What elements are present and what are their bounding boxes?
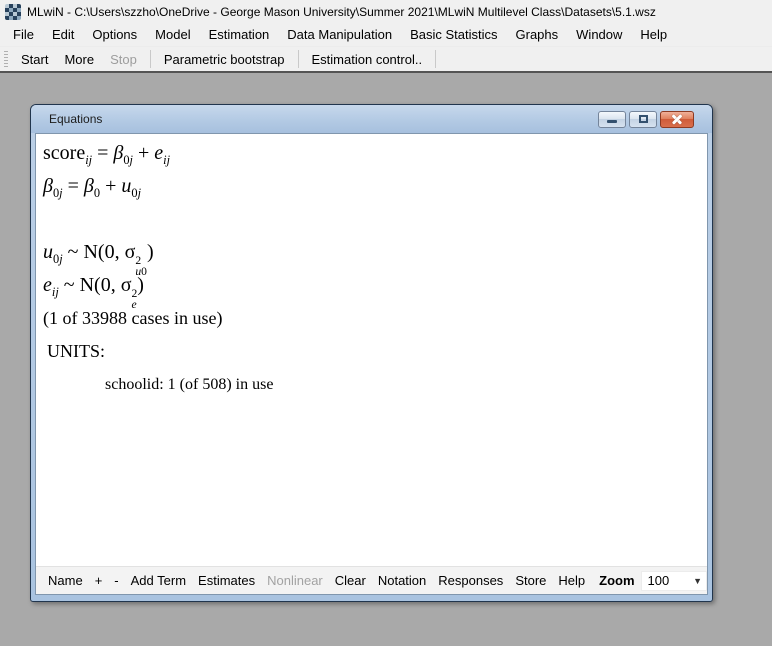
equation-line[interactable]: u0j ~ N(0, σ2u0) bbox=[43, 236, 707, 269]
chevron-down-icon: ▼ bbox=[693, 576, 702, 586]
eq-button-estimates[interactable]: Estimates bbox=[192, 570, 261, 591]
toolbar-separator bbox=[298, 50, 299, 68]
equation-line: (1 of 33988 cases in use) bbox=[43, 302, 707, 335]
eq-button-clear[interactable]: Clear bbox=[329, 570, 372, 591]
menu-item-model[interactable]: Model bbox=[146, 24, 199, 45]
eq-button-name[interactable]: Name bbox=[42, 570, 89, 591]
equation-line[interactable]: scoreij = β0j + eij bbox=[43, 137, 707, 170]
equations-window: Equations scoreij = β0j + eijβ0j = β0 + … bbox=[30, 104, 713, 602]
equations-content: scoreij = β0j + eijβ0j = β0 + u0j u0j ~ … bbox=[36, 134, 707, 566]
maximize-button[interactable] bbox=[629, 111, 657, 128]
eq-button-store[interactable]: Store bbox=[509, 570, 552, 591]
window-title: MLwiN - C:\Users\szzho\OneDrive - George… bbox=[27, 5, 656, 19]
toolbar-grip-icon[interactable] bbox=[4, 51, 8, 67]
eq-button-responses[interactable]: Responses bbox=[432, 570, 509, 591]
toolbar-button-start[interactable]: Start bbox=[13, 49, 56, 70]
equation-line[interactable]: eij ~ N(0, σ2e) bbox=[43, 269, 707, 302]
app-icon bbox=[5, 4, 21, 20]
zoom-label: Zoom bbox=[591, 570, 638, 591]
toolbar-separator bbox=[435, 50, 436, 68]
toolbar-button-stop: Stop bbox=[102, 49, 145, 70]
minimize-button[interactable] bbox=[598, 111, 626, 128]
eq-button-nonlinear: Nonlinear bbox=[261, 570, 329, 591]
menu-item-help[interactable]: Help bbox=[631, 24, 676, 45]
zoom-value: 100 bbox=[648, 573, 670, 588]
toolbar-button-estimation-control[interactable]: Estimation control.. bbox=[304, 49, 431, 70]
eq-button-minus[interactable]: - bbox=[108, 570, 124, 591]
eq-button-notation[interactable]: Notation bbox=[372, 570, 432, 591]
main-titlebar[interactable]: MLwiN - C:\Users\szzho\OneDrive - George… bbox=[0, 0, 772, 23]
equations-body: scoreij = β0j + eijβ0j = β0 + u0j u0j ~ … bbox=[35, 133, 708, 595]
menu-item-basic-statistics[interactable]: Basic Statistics bbox=[401, 24, 506, 45]
toolbar-button-parametric-bootstrap[interactable]: Parametric bootstrap bbox=[156, 49, 293, 70]
menu-item-graphs[interactable]: Graphs bbox=[507, 24, 568, 45]
menu-item-estimation[interactable]: Estimation bbox=[200, 24, 279, 45]
mdi-client-area: Equations scoreij = β0j + eijβ0j = β0 + … bbox=[0, 71, 772, 644]
toolbar-separator bbox=[150, 50, 151, 68]
equations-window-title: Equations bbox=[49, 112, 598, 126]
eq-button-add-term[interactable]: Add Term bbox=[125, 570, 192, 591]
eq-button-help[interactable]: Help bbox=[552, 570, 591, 591]
toolbar-button-more[interactable]: More bbox=[56, 49, 102, 70]
caption-buttons bbox=[598, 111, 710, 128]
menu-item-options[interactable]: Options bbox=[83, 24, 146, 45]
equation-line: schoolid: 1 (of 508) in use bbox=[43, 368, 707, 401]
menu-item-data-manipulation[interactable]: Data Manipulation bbox=[278, 24, 401, 45]
equations-titlebar[interactable]: Equations bbox=[31, 105, 712, 133]
close-button[interactable] bbox=[660, 111, 694, 128]
main-toolbar: Start More Stop Parametric bootstrap Est… bbox=[0, 47, 772, 71]
equation-line: UNITS: bbox=[43, 335, 707, 368]
menu-item-window[interactable]: Window bbox=[567, 24, 631, 45]
equation-spacer bbox=[43, 203, 707, 236]
menu-item-file[interactable]: File bbox=[4, 24, 43, 45]
equation-line[interactable]: β0j = β0 + u0j bbox=[43, 170, 707, 203]
menu-item-edit[interactable]: Edit bbox=[43, 24, 83, 45]
equations-toolbar: Name + - Add Term Estimates Nonlinear Cl… bbox=[36, 566, 707, 594]
mlwin-main-window: MLwiN - C:\Users\szzho\OneDrive - George… bbox=[0, 0, 772, 644]
minimize-icon bbox=[607, 120, 617, 123]
menubar: File Edit Options Model Estimation Data … bbox=[0, 23, 772, 47]
zoom-level-select[interactable]: 100 ▼ bbox=[641, 571, 707, 591]
eq-button-plus[interactable]: + bbox=[89, 570, 109, 591]
maximize-icon bbox=[639, 115, 648, 123]
close-icon bbox=[671, 113, 683, 125]
